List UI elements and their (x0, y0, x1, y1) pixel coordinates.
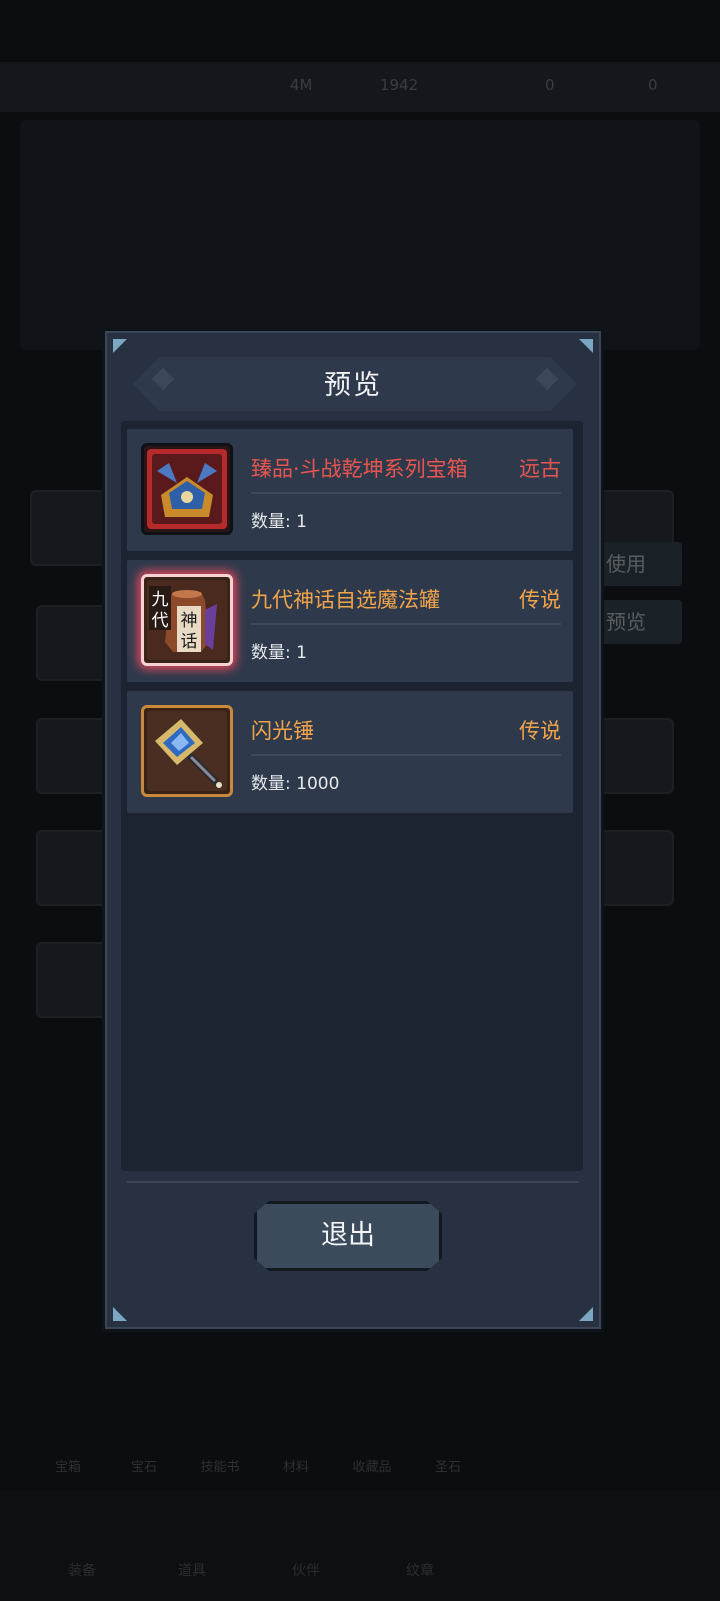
category-tabs: 宝箱 宝石 技能书 材料 收藏品 圣石 (30, 1400, 510, 1480)
inventory-slot (36, 942, 112, 1018)
list-item[interactable]: 九 代 神 话 九代神话自选魔法罐 传说 数量: 1 (127, 560, 573, 682)
divider (251, 623, 561, 625)
nav-equipment: 装备 (68, 1563, 96, 1579)
corner-ornament (579, 1307, 593, 1321)
nav-emblem: 纹章 (406, 1563, 434, 1579)
tab-material: 材料 (282, 1460, 309, 1475)
inventory-slot (30, 490, 106, 566)
item-quantity: 数量: 1 (251, 643, 307, 663)
item-rarity: 传说 (519, 719, 561, 743)
resource-bar: 4M 1942 0 0 (0, 62, 720, 112)
tab-gem: 宝石 (130, 1460, 157, 1475)
resource-value: 4M (290, 76, 313, 94)
tab-collection: 收藏品 (352, 1460, 392, 1475)
dialog-title: 预览 (324, 370, 382, 401)
divider (251, 492, 561, 494)
hero-banner (20, 120, 700, 350)
resource-value: 1942 (380, 76, 419, 94)
tab-chest: 宝箱 (54, 1460, 81, 1475)
jar-label-char: 神 (181, 611, 198, 631)
item-name: 闪光锤 (251, 719, 314, 743)
inventory-slot (598, 718, 674, 794)
item-name: 臻品·斗战乾坤系列宝箱 (251, 457, 468, 481)
corner-ornament (579, 339, 593, 353)
inventory-slot (36, 605, 112, 681)
list-item[interactable]: 臻品·斗战乾坤系列宝箱 远古 数量: 1 (127, 429, 573, 551)
divider (251, 754, 561, 756)
hammer-icon (141, 705, 233, 797)
jar-label-char: 话 (181, 632, 198, 652)
resource-value: 0 (545, 76, 555, 94)
jar-label-char: 九 (152, 590, 169, 610)
item-quantity: 数量: 1000 (251, 774, 340, 794)
corner-ornament (113, 339, 127, 353)
preview-button: 预览 (592, 600, 682, 644)
treasure-chest-icon (141, 443, 233, 535)
nav-items: 道具 (178, 1563, 206, 1579)
inventory-slot (36, 830, 112, 906)
list-item[interactable]: 闪光锤 传说 数量: 1000 (127, 691, 573, 813)
preview-dialog: 预览 臻品·斗战乾坤系列宝箱 远古 数量: 1 九 代 神 话 九代神话自选魔法… (102, 328, 604, 1332)
item-rarity: 传说 (519, 588, 561, 612)
reward-list: 臻品·斗战乾坤系列宝箱 远古 数量: 1 九 代 神 话 九代神话自选魔法罐 传… (121, 421, 583, 1171)
item-rarity: 远古 (519, 457, 561, 481)
item-name: 九代神话自选魔法罐 (251, 588, 440, 612)
magic-jar-icon: 九 代 神 话 (141, 574, 233, 666)
jar-label-char: 代 (152, 611, 169, 631)
inventory-slot (598, 830, 674, 906)
use-button: 使用 (592, 542, 682, 586)
item-quantity: 数量: 1 (251, 512, 307, 532)
resource-value: 0 (648, 76, 658, 94)
divider (127, 1181, 579, 1183)
nav-partner: 伙伴 (292, 1563, 320, 1579)
inventory-slot (36, 718, 112, 794)
exit-button[interactable]: 退出 (254, 1201, 442, 1271)
bottom-nav: 装备 道具 伙伴 纹章 (0, 1490, 720, 1601)
tab-skill-book: 技能书 (200, 1460, 240, 1475)
tab-holy-stone: 圣石 (434, 1460, 461, 1475)
corner-ornament (113, 1307, 127, 1321)
